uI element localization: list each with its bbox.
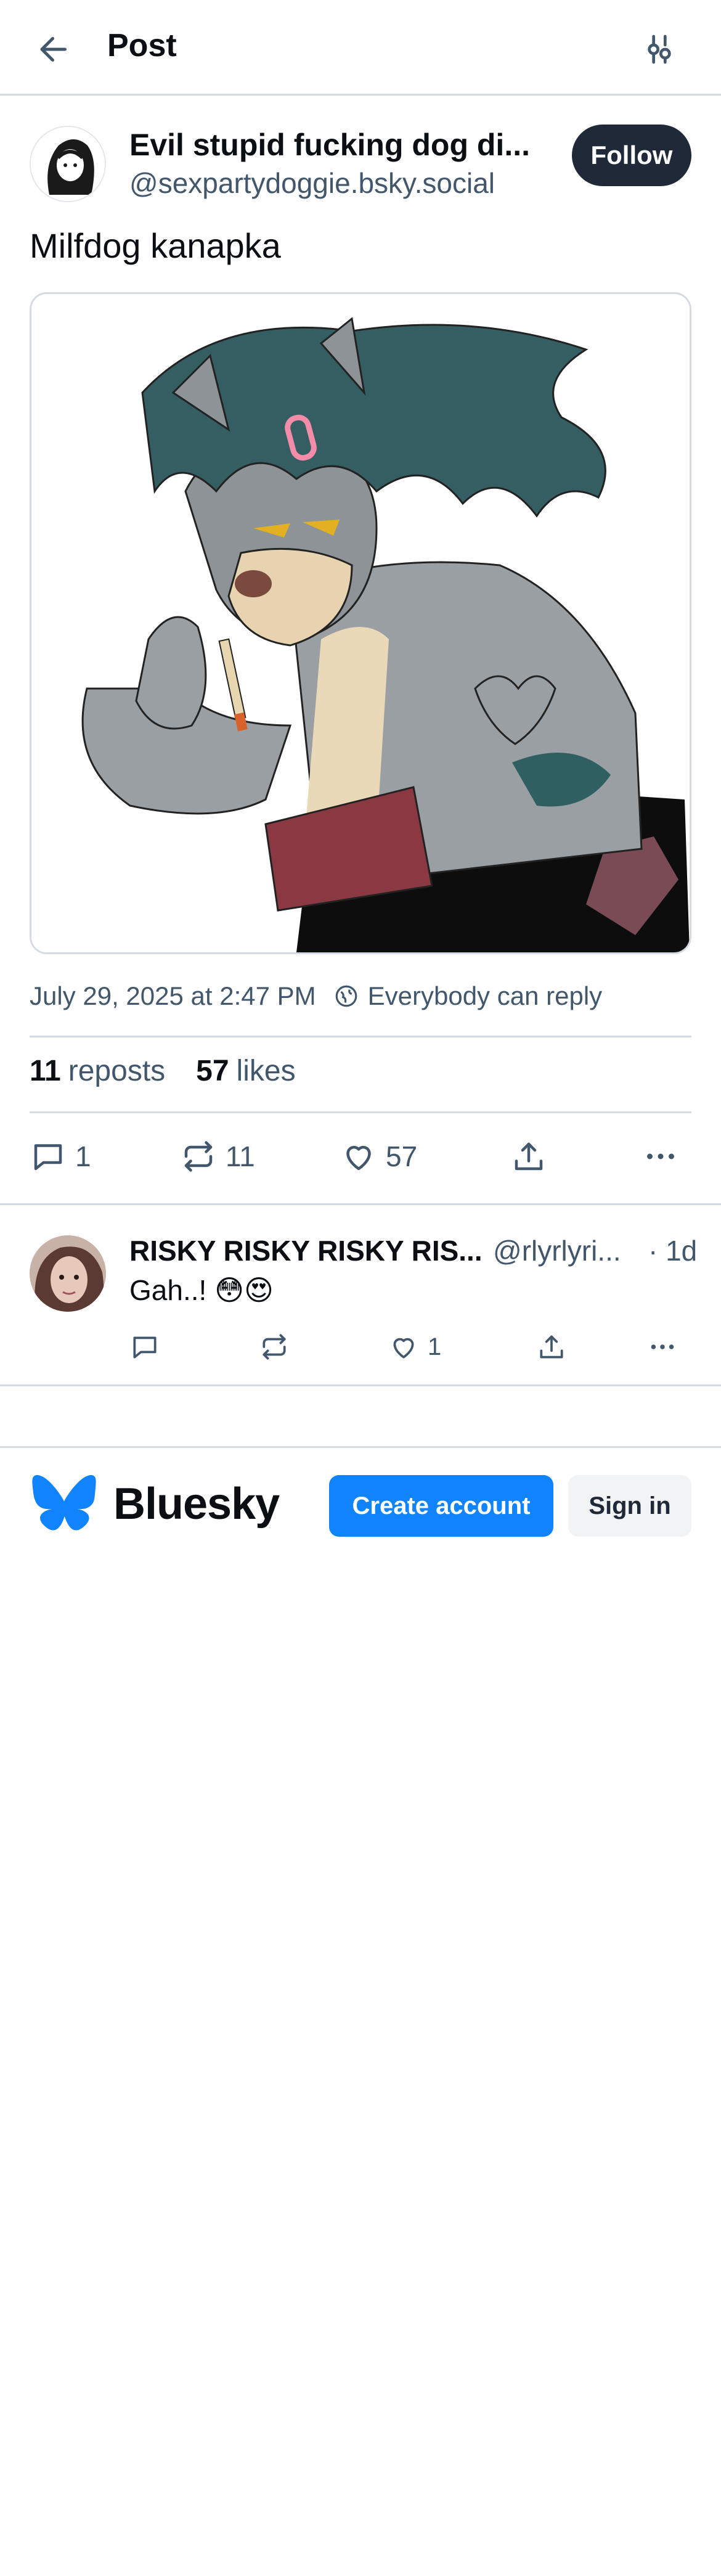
likes-count: 57 bbox=[196, 1055, 229, 1087]
earth-icon bbox=[333, 983, 359, 1009]
reply-like-count: 1 bbox=[428, 1333, 442, 1360]
reposts-label: reposts bbox=[68, 1055, 166, 1087]
share-icon bbox=[540, 1335, 563, 1359]
follow-button[interactable]: Follow bbox=[572, 125, 691, 186]
brand-wordmark: Bluesky bbox=[113, 1479, 280, 1529]
reply-author-handle[interactable]: @rlyrlyri... bbox=[493, 1234, 621, 1267]
divider bbox=[0, 1384, 721, 1386]
ellipsis-icon bbox=[651, 1344, 674, 1349]
heart-icon bbox=[393, 1338, 414, 1359]
reply-button[interactable]: 1 bbox=[30, 1132, 91, 1181]
divider bbox=[30, 1111, 691, 1113]
sliders-icon bbox=[648, 35, 671, 64]
repost-icon bbox=[263, 1334, 286, 1360]
butterfly-logo-icon bbox=[32, 1474, 96, 1532]
heart-icon bbox=[346, 1145, 371, 1171]
reposts-count: 11 bbox=[30, 1055, 61, 1087]
reply-more-options-button[interactable] bbox=[647, 1325, 678, 1368]
sign-in-button[interactable]: Sign in bbox=[568, 1475, 691, 1537]
reply-actions: 1 bbox=[129, 1325, 696, 1368]
post-timestamp: July 29, 2025 at 2:47 PM bbox=[30, 981, 316, 1010]
reply-timestamp[interactable]: · 1d bbox=[648, 1234, 697, 1267]
reposts-stat[interactable]: 11 reposts bbox=[30, 1054, 165, 1088]
page-title: Post bbox=[107, 28, 177, 63]
reply-setting[interactable]: Everybody can reply bbox=[368, 981, 603, 1011]
divider bbox=[0, 1203, 721, 1205]
author-display-name[interactable]: Evil stupid fucking dog di... bbox=[129, 127, 530, 163]
comment-icon bbox=[133, 1336, 157, 1359]
create-account-button[interactable]: Create account bbox=[329, 1475, 553, 1537]
repost-icon bbox=[184, 1141, 213, 1172]
reply-text: Gah..! 😳😍 bbox=[129, 1274, 274, 1306]
post-actions: 1 11 57 bbox=[30, 1132, 691, 1181]
back-button[interactable] bbox=[30, 25, 79, 74]
share-icon bbox=[515, 1142, 543, 1171]
reply-share-button[interactable] bbox=[536, 1325, 567, 1368]
arrow-left-icon bbox=[40, 37, 67, 62]
reply-author-name[interactable]: RISKY RISKY RISKY RIS... bbox=[129, 1234, 483, 1267]
reply-like-button[interactable]: 1 bbox=[388, 1325, 441, 1368]
post-text: Milfdog kanapka bbox=[30, 226, 281, 265]
post-stats: 11 reposts 57 likes bbox=[30, 1054, 327, 1088]
reply-reply-button[interactable] bbox=[129, 1325, 160, 1368]
author-handle[interactable]: @sexpartydoggie.bsky.social bbox=[129, 166, 495, 200]
top-header: Post bbox=[0, 0, 721, 96]
likes-stat[interactable]: 57 likes bbox=[196, 1054, 295, 1088]
post-meta: July 29, 2025 at 2:47 PM Everybody can r… bbox=[30, 981, 602, 1011]
signup-footer: Bluesky Create account Sign in bbox=[0, 1446, 721, 1563]
thread-settings-button[interactable] bbox=[635, 25, 684, 74]
author-avatar[interactable] bbox=[30, 126, 106, 202]
more-options-button[interactable] bbox=[642, 1132, 679, 1181]
like-count: 57 bbox=[386, 1140, 418, 1172]
repost-button[interactable]: 11 bbox=[180, 1132, 255, 1181]
repost-count: 11 bbox=[226, 1140, 255, 1172]
reply-repost-button[interactable] bbox=[259, 1325, 290, 1368]
divider bbox=[30, 1036, 691, 1037]
like-button[interactable]: 57 bbox=[340, 1132, 417, 1181]
ellipsis-icon bbox=[647, 1153, 674, 1159]
post-image[interactable] bbox=[30, 292, 691, 954]
comment-icon bbox=[34, 1144, 62, 1171]
likes-label: likes bbox=[236, 1055, 296, 1087]
reply-count: 1 bbox=[75, 1140, 91, 1172]
reply-author-avatar[interactable] bbox=[30, 1235, 106, 1312]
share-button[interactable] bbox=[510, 1132, 547, 1181]
